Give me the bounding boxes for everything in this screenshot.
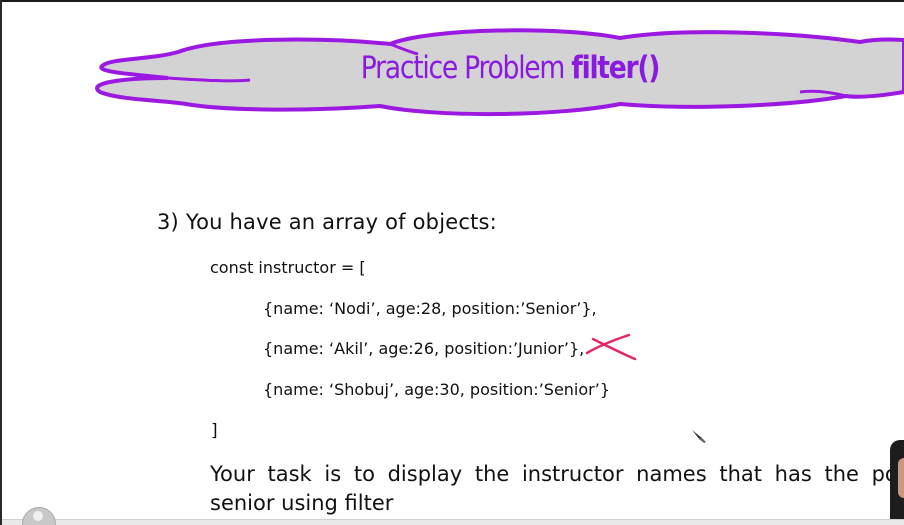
- title-prefix: Practice Problem: [360, 50, 572, 86]
- bottom-bar: [0, 519, 904, 525]
- code-line: {name: ‘Shobuj’, age:30, position:’Senio…: [263, 380, 610, 399]
- avatar-head-icon: [33, 511, 43, 521]
- title-keyword: filter(): [571, 50, 660, 86]
- page-title: Practice Problem filter(): [286, 50, 733, 86]
- slide: Practice Problem filter() 3) You have an…: [0, 0, 904, 525]
- code-line: ]: [211, 421, 218, 441]
- code-line: {name: ‘Akil’, age:26, position:’Junior’…: [263, 339, 585, 358]
- cross-mark-icon: [585, 333, 637, 361]
- task-line-2: senior using filter: [210, 491, 394, 515]
- question-text: 3) You have an array of objects:: [157, 210, 497, 234]
- presenter-face: [898, 458, 904, 498]
- left-edge: [0, 0, 2, 525]
- task-text: Your task is to display the instructor n…: [210, 460, 904, 518]
- top-edge: [0, 0, 904, 2]
- pen-cursor-icon: [692, 430, 706, 443]
- code-line: const instructor = [: [210, 258, 366, 277]
- code-line: {name: ‘Nodi’, age:28, position:’Senior’…: [263, 299, 597, 318]
- task-line-1: Your task is to display the instructor n…: [210, 462, 898, 486]
